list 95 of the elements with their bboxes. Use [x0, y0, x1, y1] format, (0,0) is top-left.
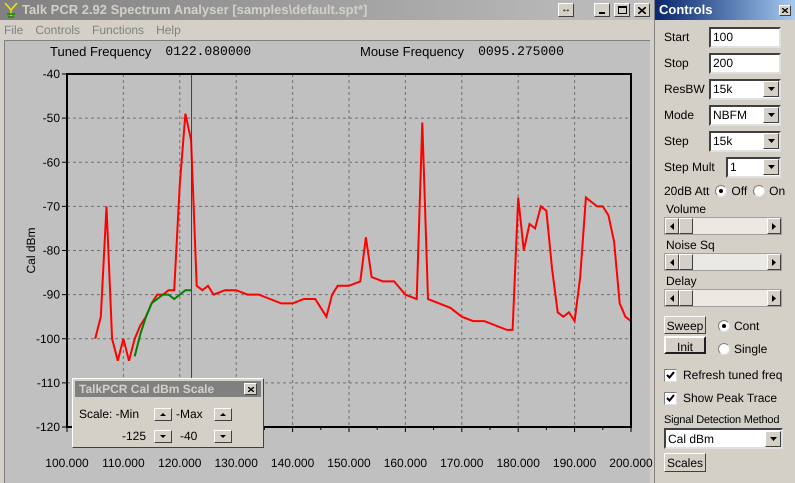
text-field[interactable]: 100: [709, 26, 781, 48]
down-arrow-icon: [220, 434, 226, 438]
maximize-button[interactable]: [614, 3, 630, 17]
radio-label: On: [769, 183, 786, 200]
dropdown[interactable]: 15k: [709, 78, 781, 100]
min-value: -125: [120, 428, 147, 445]
close-icon: [782, 8, 788, 12]
slider-label: Volume: [665, 202, 708, 217]
readout-label: Mouse Frequency: [360, 43, 464, 62]
x-axis-label: 130.000: [214, 456, 258, 470]
y-axis-label: -70: [42, 199, 60, 214]
y-axis-label: -40: [42, 67, 60, 81]
checkbox[interactable]: [664, 368, 677, 382]
minimize-button[interactable]: [594, 3, 610, 17]
up-arrow-icon: [160, 412, 166, 416]
detection-label: Signal Detection Method: [664, 413, 780, 428]
antenna-icon: [4, 2, 18, 18]
field-label: Mode: [664, 107, 696, 124]
checkbox-label: Refresh tuned freq: [683, 367, 782, 384]
up-arrow-icon: [220, 412, 226, 416]
slider-thumb[interactable]: [679, 254, 694, 270]
max-label: -Max: [176, 406, 204, 423]
slider-label: Delay: [665, 274, 698, 289]
y-axis-label: -110: [36, 376, 60, 390]
field-label: Start: [664, 29, 690, 46]
radio-button[interactable]: [718, 343, 730, 355]
close-button[interactable]: [244, 383, 257, 395]
radio-label: Single: [734, 341, 768, 358]
x-axis-label: 200.000: [609, 456, 653, 470]
down-arrow-icon: [160, 434, 166, 438]
text-field[interactable]: 200: [709, 52, 781, 74]
scroll-right-icon: [767, 290, 781, 306]
x-axis-label: 190.000: [552, 456, 596, 470]
spin-up-button[interactable]: [154, 408, 172, 420]
y-axis-label: -90: [42, 288, 60, 302]
slider-label: Noise Sq: [665, 238, 716, 253]
close-icon: [638, 6, 646, 14]
close-icon: [248, 386, 254, 392]
close-button[interactable]: [634, 3, 650, 17]
slider[interactable]: [664, 289, 782, 307]
x-axis-label: 100.000: [45, 456, 89, 470]
slider[interactable]: [664, 253, 782, 271]
panel-title: Controls: [659, 1, 712, 20]
y-axis-label: -60: [42, 155, 60, 170]
y-axis-label: -120: [36, 420, 60, 434]
slider-thumb[interactable]: [679, 218, 694, 234]
dialog-title: TalkPCR Cal dBm Scale: [79, 381, 214, 398]
checkbox-label: Show Peak Trace: [683, 390, 778, 407]
sweep-button[interactable]: Sweep: [664, 316, 706, 334]
x-axis-label: 150.000: [327, 456, 371, 470]
readout-label: Tuned Frequency: [50, 43, 152, 62]
field-label: Stop: [664, 55, 690, 72]
scroll-right-icon: [767, 218, 781, 234]
y-axis-label: -80: [42, 244, 60, 258]
x-axis-label: 170.000: [440, 456, 484, 470]
slider[interactable]: [664, 217, 782, 235]
scroll-left-icon: [665, 254, 679, 270]
radio-button[interactable]: [715, 185, 728, 197]
spin-down-button[interactable]: [154, 430, 172, 442]
init-button[interactable]: Init: [664, 336, 706, 354]
x-axis-label: 110.000: [102, 456, 145, 470]
radio-label: Off: [731, 183, 748, 200]
readout-value: 0095.275000: [478, 43, 564, 62]
radio-button[interactable]: [753, 185, 766, 197]
y-axis-label: -100: [36, 332, 60, 346]
max-value: -40: [179, 428, 198, 445]
field-label: Step: [664, 133, 690, 150]
radio-label: Cont: [734, 318, 760, 335]
slider-thumb[interactable]: [679, 290, 694, 306]
dropdown[interactable]: NBFM: [709, 104, 781, 126]
spin-up-button[interactable]: [214, 408, 232, 420]
close-button[interactable]: [779, 4, 791, 16]
x-axis-label: 180.000: [496, 456, 540, 470]
spin-down-button[interactable]: [214, 430, 232, 442]
dropdown[interactable]: 15k: [709, 130, 781, 152]
window-title: Talk PCR 2.92 Spectrum Analyser [samples\default.spt*]: [22, 1, 368, 20]
scales-button[interactable]: Scales: [664, 453, 706, 472]
dropdown[interactable]: 1: [726, 156, 781, 178]
y-axis-title: Cal dBm: [24, 228, 38, 274]
resize-button[interactable]: ↔: [558, 3, 574, 17]
x-axis-label: 120.000: [158, 456, 202, 470]
x-axis-label: 140.000: [270, 456, 314, 470]
min-label: Scale: -Min: [79, 406, 140, 423]
dropdown[interactable]: Cal dBm: [664, 428, 783, 449]
readout-value: 0122.080000: [165, 43, 252, 62]
field-label: ResBW: [664, 81, 706, 98]
attenuator-label: 20dB Att: [664, 183, 710, 200]
radio-button[interactable]: [718, 320, 730, 332]
scroll-right-icon: [767, 254, 781, 270]
y-axis-label: -50: [42, 111, 60, 126]
field-label: Step Mult: [664, 159, 716, 176]
x-axis-label: 160.000: [384, 456, 428, 470]
checkbox[interactable]: [664, 392, 677, 404]
scroll-left-icon: [665, 290, 679, 306]
scroll-left-icon: [665, 218, 679, 234]
